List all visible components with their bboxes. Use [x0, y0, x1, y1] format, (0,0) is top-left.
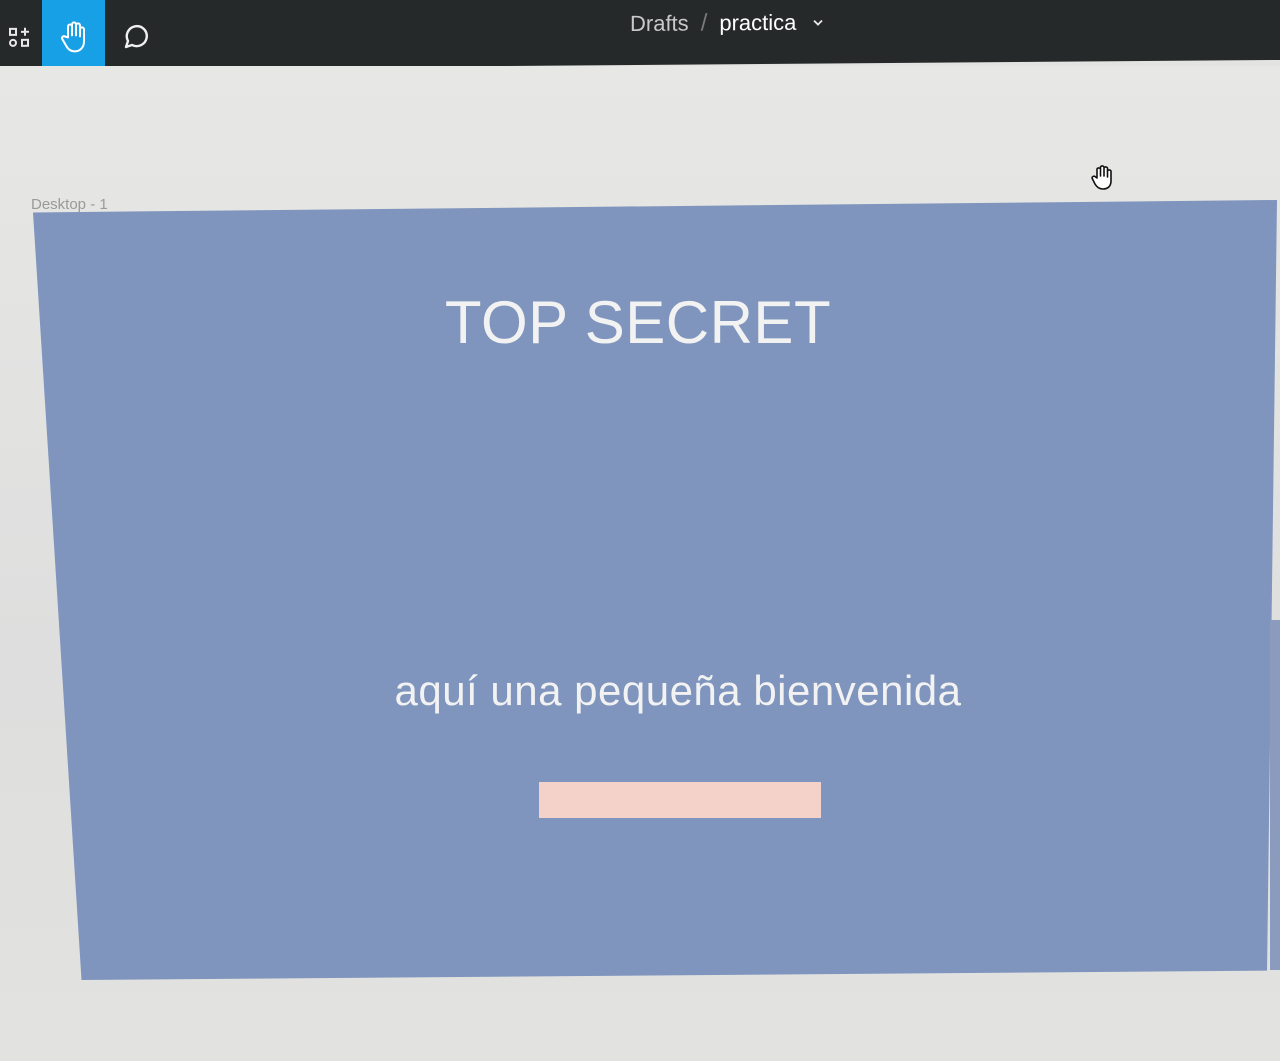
chevron-down-icon[interactable]	[812, 18, 824, 28]
frame-title-text[interactable]: TOP SECRET	[33, 288, 1243, 357]
frame-rectangle[interactable]	[539, 782, 821, 818]
frame-subtitle-text[interactable]: aquí una pequeña bienvenida	[33, 667, 1277, 715]
breadcrumb-file-name[interactable]: practica	[719, 10, 796, 37]
breadcrumb-project[interactable]: Drafts	[630, 11, 689, 37]
comment-tool-button[interactable]	[107, 0, 163, 75]
breadcrumb-separator: /	[700, 9, 708, 37]
components-tool-button[interactable]	[0, 0, 40, 76]
adjacent-frame-edge[interactable]	[1270, 620, 1280, 970]
hand-tool-button[interactable]	[42, 0, 105, 76]
frame-label[interactable]: Desktop - 1	[31, 196, 108, 213]
hand-cursor-icon	[1091, 165, 1112, 190]
components-icon	[9, 27, 29, 47]
desktop-frame[interactable]: TOP SECRET aquí una pequeña bienvenida	[33, 200, 1277, 980]
comment-icon	[124, 24, 148, 49]
top-toolbar: Drafts / practica	[0, 0, 1280, 76]
hand-icon	[60, 21, 85, 53]
breadcrumb: Drafts / practica	[630, 8, 824, 40]
